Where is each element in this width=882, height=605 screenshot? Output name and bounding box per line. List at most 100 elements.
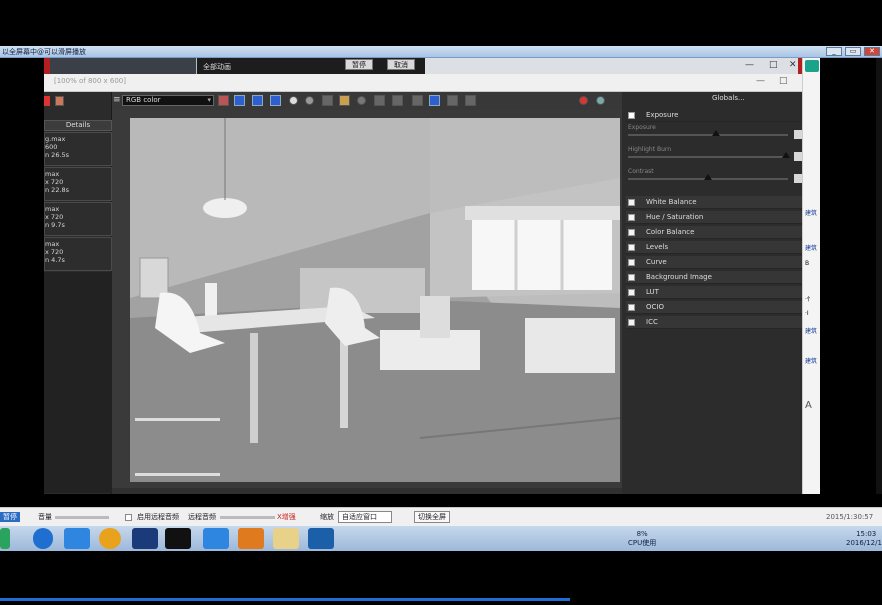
right-scrollbar[interactable] [876, 58, 882, 494]
blue-channel-icon[interactable] [270, 95, 281, 106]
color-corrections-panel: Globals... Exposure Exposure Highlight B… [622, 92, 802, 494]
menu-icon[interactable]: ≡ [113, 95, 121, 105]
left-black-strip [0, 58, 44, 494]
exposure-checkbox[interactable] [628, 112, 635, 119]
levels-section[interactable]: Levels [626, 241, 802, 254]
vfb-toolbar: ≡ RGB color ▾ [112, 92, 622, 110]
color-balance-section[interactable]: Color Balance [626, 226, 802, 239]
k-app-icon[interactable] [33, 528, 53, 549]
region-icon[interactable] [374, 95, 385, 106]
save-icon[interactable] [322, 95, 333, 106]
browser-side-column: 建筑 B 建筑 ·忄 ·I 建筑 建筑 A [802, 58, 820, 494]
close-button[interactable]: ✕ [864, 47, 880, 56]
clock[interactable]: 15:032016/12/17 [846, 530, 882, 548]
save-history-icon[interactable] [55, 96, 64, 106]
bottom-progress-line [0, 598, 570, 601]
remote-control-bar: 暂停 音量 启用远程音频 远程音频 X增强 缩放 自适应窗口 切换全屏 2015… [0, 507, 882, 526]
bg-maximize-button[interactable]: □ [769, 60, 778, 70]
vfb-maximize-button[interactable]: □ [779, 76, 788, 86]
curve-section[interactable]: Curve [626, 256, 802, 269]
folder-icon[interactable] [273, 528, 299, 549]
color-mode-select[interactable]: RGB color ▾ [122, 95, 214, 106]
cancel-button[interactable]: 取消 [387, 59, 415, 70]
background-window-strip: 全部动画 暂停 取消 — □ ✕ [44, 58, 820, 74]
red-channel-icon[interactable] [234, 95, 245, 106]
ocio-section[interactable]: OCIO [626, 301, 802, 314]
history-item[interactable]: max x 720 n 9.7s [44, 202, 112, 236]
browser-icon[interactable] [99, 528, 121, 549]
contrast-slider[interactable]: Contrast [628, 168, 802, 183]
white-balance-section[interactable]: White Balance [626, 196, 802, 209]
scale-label: 缩放 [320, 513, 334, 521]
fullscreen-button[interactable]: 切换全屏 [414, 511, 450, 523]
render-progress-dialog: 全部动画 暂停 取消 [197, 58, 425, 74]
quality-slider[interactable] [220, 516, 275, 519]
exposure-section[interactable]: Exposure [626, 109, 802, 122]
audio-checkbox[interactable] [125, 514, 132, 521]
volume-label: 音量 [38, 513, 52, 521]
vfb-minimize-button[interactable]: — [756, 76, 765, 86]
windows-taskbar: 8%CPU使用 15:032016/12/17 [0, 526, 882, 551]
render-history-panel: Details g.max 600 n 26.5s max x 720 n 22… [44, 92, 112, 494]
hue-saturation-section[interactable]: Hue / Saturation [626, 211, 802, 224]
baidu-cloud-icon[interactable] [203, 528, 229, 549]
details-header[interactable]: Details [44, 120, 112, 131]
system-tray: 8%CPU使用 15:032016/12/17 [576, 526, 882, 551]
audio-checkbox-label: 启用远程音频 [137, 513, 179, 521]
history-item[interactable]: max x 720 n 4.7s [44, 237, 112, 271]
cloud-app-icon[interactable] [64, 528, 90, 549]
green-channel-icon[interactable] [252, 95, 263, 106]
alpha-channel-icon[interactable] [289, 96, 298, 105]
dialog-label: 全部动画 [203, 63, 231, 71]
remote-session-title: 以全屏幕中@可以滑屏播放 [2, 48, 86, 56]
quality-label: 远程音频 [188, 513, 216, 521]
frame-buffer-window: 全部动画 暂停 取消 — □ ✕ [100% of 800 x 600] — □… [44, 58, 820, 494]
app-logo-icon[interactable] [805, 60, 819, 72]
video-app-icon[interactable] [308, 528, 334, 549]
lens-effects-icon[interactable] [429, 95, 440, 106]
chevron-down-icon: ▾ [207, 96, 211, 104]
compare-icon[interactable] [447, 95, 458, 106]
bg-minimize-button[interactable]: — [745, 60, 754, 70]
track-mouse-icon[interactable] [392, 95, 403, 106]
stop-button[interactable]: 暂停 [0, 512, 20, 522]
interior-render [130, 118, 620, 482]
render-viewport [112, 110, 622, 488]
restore-button[interactable]: ▭ [845, 47, 861, 56]
minimize-button[interactable]: _ [826, 47, 842, 56]
vfb-status-strip [112, 488, 622, 494]
vfb-titlebar: [100% of 800 x 600] — □ [44, 74, 802, 92]
color-picker-icon[interactable] [218, 95, 229, 106]
exposure-slider[interactable]: Exposure [628, 124, 802, 139]
start-button-icon[interactable] [0, 528, 10, 549]
icc-section[interactable]: ICC [626, 316, 802, 329]
lut-section[interactable]: LUT [626, 286, 802, 299]
plugin-app-icon[interactable] [238, 528, 264, 549]
hi-app-icon[interactable] [165, 528, 191, 549]
vfb-title: [100% of 800 x 600] [54, 77, 126, 85]
bg-close-button[interactable]: ✕ [789, 60, 797, 70]
stop-render-icon[interactable] [579, 96, 588, 105]
quality-value: X增强 [277, 513, 296, 521]
camera-icon[interactable] [412, 95, 423, 106]
render-icon[interactable] [596, 96, 605, 105]
cpu-usage: 8% CPU使用 [628, 530, 657, 547]
clear-icon[interactable] [357, 96, 366, 105]
stamp-icon[interactable] [465, 95, 476, 106]
volume-slider[interactable] [55, 516, 109, 519]
history-icon[interactable] [44, 96, 50, 106]
mono-icon[interactable] [305, 96, 314, 105]
scale-select[interactable]: 自适应窗口 [338, 511, 392, 523]
globals-button[interactable]: Globals... [712, 94, 745, 102]
history-item[interactable]: max x 720 n 22.8s [44, 167, 112, 201]
history-item[interactable]: g.max 600 n 26.5s [44, 132, 112, 166]
load-icon[interactable] [339, 95, 350, 106]
pause-button[interactable]: 暂停 [345, 59, 373, 70]
remote-session-bar: 以全屏幕中@可以滑屏播放 _ ▭ ✕ [0, 46, 882, 58]
session-time: 2015/1:30:57 [826, 513, 874, 521]
3dsmax-icon[interactable] [132, 528, 158, 549]
browser-tab-strip: — □ ✕ [425, 58, 802, 74]
highlight-burn-slider[interactable]: Highlight Burn [628, 146, 802, 161]
render-image [130, 118, 620, 482]
background-image-section[interactable]: Background Image [626, 271, 802, 284]
